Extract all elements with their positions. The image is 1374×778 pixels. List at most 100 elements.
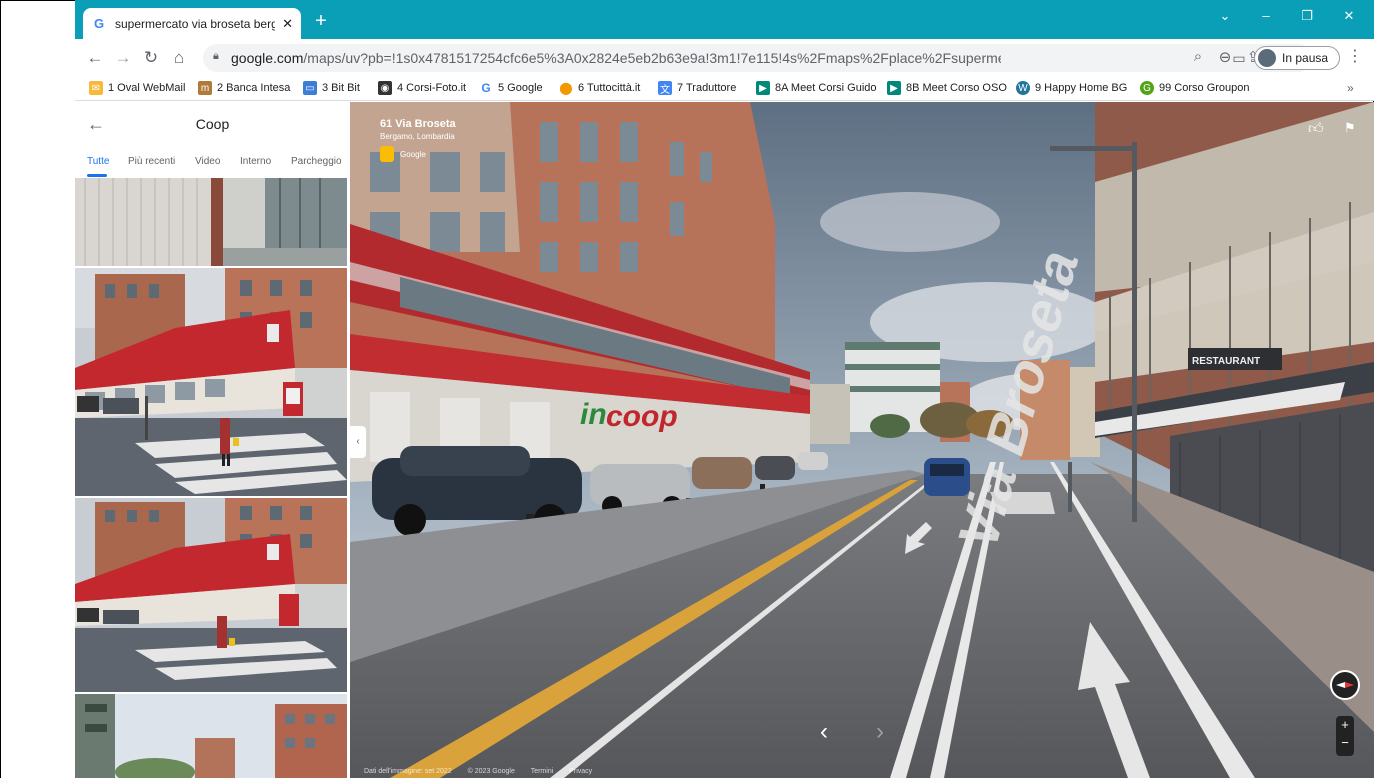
restore-icon[interactable]: ❐ [1292,8,1322,24]
bookmark-item[interactable]: ▭ 3 Bit Bit [303,81,360,95]
tab-close-icon[interactable]: ✕ [282,16,293,32]
browser-window: G supermercato via broseta bergan ✕ + ⌄ … [75,0,1374,778]
bookmarks-more-icon[interactable]: » [1347,81,1354,95]
tab-interno[interactable]: Interno [240,156,271,167]
bookmark-item[interactable]: ▶ 8A Meet Corsi Guido [756,81,877,95]
tab-video[interactable]: Video [195,156,220,167]
camera-icon: ◉ [378,81,392,95]
image-credits: Dati dell'immagine: set 2022 © 2023 Goog… [364,768,606,775]
tab-title: supermercato via broseta bergan [115,16,275,31]
map-pin-icon: ⬤ [559,81,573,95]
bookmark-label: 4 Corsi-Foto.it [397,82,467,94]
address-bar[interactable]: 🔒︎ google.com/maps/uv?pb=!1s0x4781517254… [203,44,1313,72]
bookmark-label: 8B Meet Corso OSO [906,82,1007,94]
search-icon[interactable]: ⌕ [1188,48,1208,65]
bank-icon: m [198,81,212,95]
street-view-panorama[interactable]: in coop RESTAURANT Via Broseta 61 Via Br… [350,102,1374,778]
tab-search-icon[interactable]: ⌄ [1210,8,1240,24]
zoom-control[interactable]: + − [1336,716,1354,756]
frame-border-left [0,0,1,778]
bookmark-label: 2 Banca Intesa [217,82,291,94]
url-path: /maps/uv?pb=!1s0x4781517254cfc6e5%3A0x28… [303,50,1001,66]
tab-strip: G supermercato via broseta bergan ✕ + ⌄ … [75,0,1374,39]
browser-toolbar: ← → ↻ ⌂ 🔒︎ google.com/maps/uv?pb=!1s0x47… [75,39,1374,77]
bookmark-label: 1 Oval WebMail [108,82,186,94]
bookmark-item[interactable]: 文 7 Traduttore [658,81,737,96]
bookmark-item[interactable]: ✉ 1 Oval WebMail [89,81,185,95]
panel-title: Coop [195,116,230,132]
zoom-out-icon[interactable]: − [1336,734,1354,752]
bookmark-label: 9 Happy Home BG [1035,82,1128,94]
svg-text:in: in [580,398,607,431]
zoom-in-icon[interactable]: + [1336,716,1354,734]
monitor-icon: ▭ [303,81,317,95]
bookmark-item[interactable]: ⬤ 6 Tuttocittà.it [559,81,640,95]
location-address: 61 Via Broseta [380,118,456,130]
tab-tutte[interactable]: Tutte [87,156,109,167]
image-date: Dati dell'immagine: set 2022 [364,768,452,775]
bookmark-item[interactable]: ▶ 8B Meet Corso OSO [887,81,1007,95]
forward-arrow-icon[interactable]: → [111,46,135,70]
more-menu-icon[interactable]: ⋮ [1347,46,1363,66]
bookmark-item[interactable]: G 99 Corso Groupon [1140,81,1250,95]
meet-icon: ▶ [756,81,770,95]
bookmark-item[interactable]: m 2 Banca Intesa [198,81,290,95]
location-card: 61 Via Broseta Bergamo, Lombardia [380,118,456,141]
url-host: google.com [231,50,304,66]
side-panel-icon[interactable]: ▭ [1227,46,1251,70]
bookmark-item[interactable]: W 9 Happy Home BG [1016,81,1127,95]
back-arrow-icon[interactable]: ← [83,46,107,70]
google-favicon-icon: G [93,16,105,31]
photo-thumbnail[interactable] [75,498,347,692]
svg-text:RESTAURANT: RESTAURANT [1192,356,1260,367]
bookmark-item[interactable]: G 5 Google [479,81,543,95]
report-flag-icon[interactable]: ⚑ [1344,120,1356,136]
wordpress-icon: W [1016,81,1030,95]
photo-thumbnail[interactable] [75,268,347,496]
meet-icon: ▶ [887,81,901,95]
url-text[interactable]: google.com/maps/uv?pb=!1s0x4781517254cfc… [231,50,1001,66]
translate-icon: 文 [658,81,672,96]
svg-text:coop: coop [606,400,678,433]
minimize-icon[interactable]: – [1251,8,1281,23]
photo-panel: ← Coop Tutte Più recenti Video Interno P… [75,102,350,778]
lock-icon: 🔒︎ [213,50,219,62]
privacy-link[interactable]: Privacy [569,768,592,775]
new-tab-button[interactable]: + [310,10,332,32]
bookmark-label: 3 Bit Bit [322,82,360,94]
tab-piu-recenti[interactable]: Più recenti [128,156,175,167]
google-maps-link[interactable]: Google [380,146,426,162]
profile-button[interactable]: In pausa [1254,46,1340,70]
collapse-panel-button[interactable]: ‹ [350,426,366,458]
previous-photo-icon[interactable]: ‹ [820,718,828,746]
street-scene: in coop RESTAURANT [350,102,1374,778]
browser-tab[interactable]: G supermercato via broseta bergan ✕ [83,8,301,39]
bookmark-label: 5 Google [498,82,543,94]
home-icon[interactable]: ⌂ [167,46,191,70]
profile-status: In pausa [1282,51,1329,65]
next-photo-icon[interactable]: › [876,718,884,746]
terms-link[interactable]: Termini [531,768,554,775]
bookmark-item[interactable]: ◉ 4 Corsi-Foto.it [378,81,466,95]
thumbs-up-icon[interactable]: 👍︎ [1308,120,1324,138]
mail-icon: ✉ [89,81,103,95]
close-window-icon[interactable]: ✕ [1334,8,1364,24]
groupon-icon: G [1140,81,1154,95]
copyright: © 2023 Google [467,768,515,775]
reload-icon[interactable]: ↻ [139,46,163,70]
avatar [1258,49,1276,67]
bookmark-label: 99 Corso Groupon [1159,82,1250,94]
photo-thumbnail[interactable] [75,178,347,266]
provider-label: Google [400,149,426,159]
photo-thumbnail[interactable] [75,694,347,778]
tab-parcheggio[interactable]: Parcheggio [291,156,342,167]
google-icon: G [481,81,491,95]
compass-icon[interactable] [1330,670,1360,700]
location-city: Bergamo, Lombardia [380,132,455,141]
bookmark-label: 7 Traduttore [677,82,737,94]
active-tab-indicator [87,174,107,177]
maps-pin-icon [380,146,394,162]
bookmarks-bar: ✉ 1 Oval WebMail m 2 Banca Intesa ▭ 3 Bit B… [75,77,1374,101]
bookmark-label: 8A Meet Corsi Guido [775,82,877,94]
bookmark-label: 6 Tuttocittà.it [578,82,641,94]
